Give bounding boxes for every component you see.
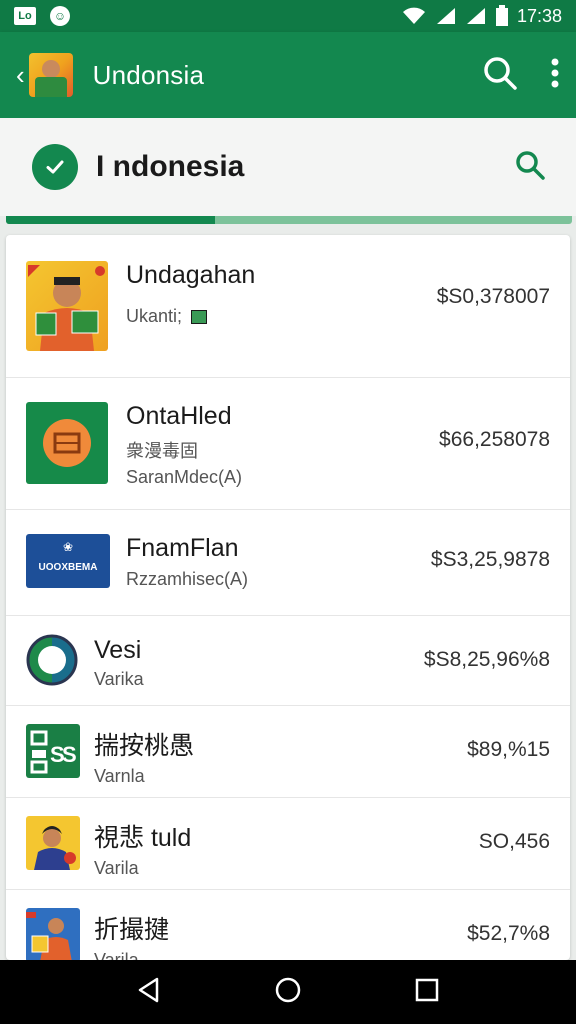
item-name: 視悲 tuld [94,824,192,852]
results-list: Undagahan Ukanti; $S0,378007 OntaHled 衆漫… [6,235,570,960]
list-item[interactable]: S S 揣按桃愚 Varnla $89,%15 [6,706,570,798]
item-subtitle: Ukanti; [126,306,255,327]
list-item[interactable]: 折撮揵 Varila $52,7%8 [6,890,570,960]
app-avatar [28,53,73,97]
list-item[interactable]: 視悲 tuld Varila SO,456 [6,798,570,890]
item-price: $S0,378007 [436,285,550,308]
back-arrow-icon: ‹ [16,60,25,90]
search-header: I ndonesia [0,118,576,216]
item-name: FnamFlan [126,534,239,562]
item-subtitle: 衆漫毒固 [126,441,198,461]
item-thumbnail [26,261,108,351]
item-thumbnail [26,634,78,686]
progress-fill [6,216,216,224]
recents-nav-icon[interactable] [413,976,441,1009]
logo-mark-icon: ❀ [62,540,74,554]
app-bar: ‹ Undonsia [0,32,576,118]
signal-icon-2 [465,6,487,26]
item-price: $66,258078 [439,428,550,451]
status-bar: Lo ☺ 17:38 [0,0,576,32]
list-item[interactable]: OntaHled 衆漫毒固 SaranMdec(A) $66,258078 [6,378,570,510]
item-subtitle: Varila [94,950,139,960]
list-item[interactable]: Vesi Varika $S8,25,96%8 [6,616,570,706]
item-price: $89,%15 [467,738,550,761]
system-nav-bar [0,960,576,1024]
tag-icon [191,310,208,325]
svg-text:S: S [62,742,77,767]
item-subtitle: Rzzamhisec(A) [126,569,249,589]
item-thumbnail: S S [26,724,80,778]
app-title: Undonsia [92,59,205,90]
item-name: 揣按桃愚 [94,732,195,760]
check-icon [32,144,78,190]
item-thumbnail [26,908,80,960]
logo-text: UOOXBEMA [38,562,98,573]
battery-icon [495,5,509,27]
face-notification-icon: ☺ [50,6,70,26]
search-icon[interactable] [514,149,546,186]
item-subtitle-2: SaranMdec(A) [126,467,243,487]
item-name: 折撮揵 [94,916,170,944]
more-options-icon[interactable] [550,57,560,94]
home-nav-icon[interactable] [274,976,302,1009]
item-price: $S3,25,9878 [430,548,550,571]
wifi-icon [401,6,427,26]
item-subtitle: Varika [94,669,144,689]
clock: 17:38 [516,5,562,26]
list-item[interactable]: Undagahan Ukanti; $S0,378007 [6,235,570,378]
back-nav-icon[interactable] [135,976,163,1009]
item-thumbnail [26,816,80,870]
item-subtitle: Varnla [94,766,145,786]
signal-icon [435,6,457,26]
item-thumbnail [26,402,108,484]
item-name: OntaHled [126,402,232,430]
header-title: I ndonesia [96,150,245,183]
notification-icon: Lo [14,7,36,25]
progress-bar [6,216,572,224]
item-thumbnail: ❀ UOOXBEMA [26,534,110,588]
item-name: Undagahan [126,261,256,289]
item-subtitle: Varila [94,858,139,878]
item-price: SO,456 [478,830,550,853]
item-name: Vesi [94,636,142,664]
search-icon[interactable] [482,55,518,96]
back-button[interactable]: ‹ [16,53,73,97]
item-price: $52,7%8 [467,922,550,945]
list-item[interactable]: ❀ UOOXBEMA FnamFlan Rzzamhisec(A) $S3,25… [6,510,570,616]
item-price: $S8,25,96%8 [423,648,550,671]
